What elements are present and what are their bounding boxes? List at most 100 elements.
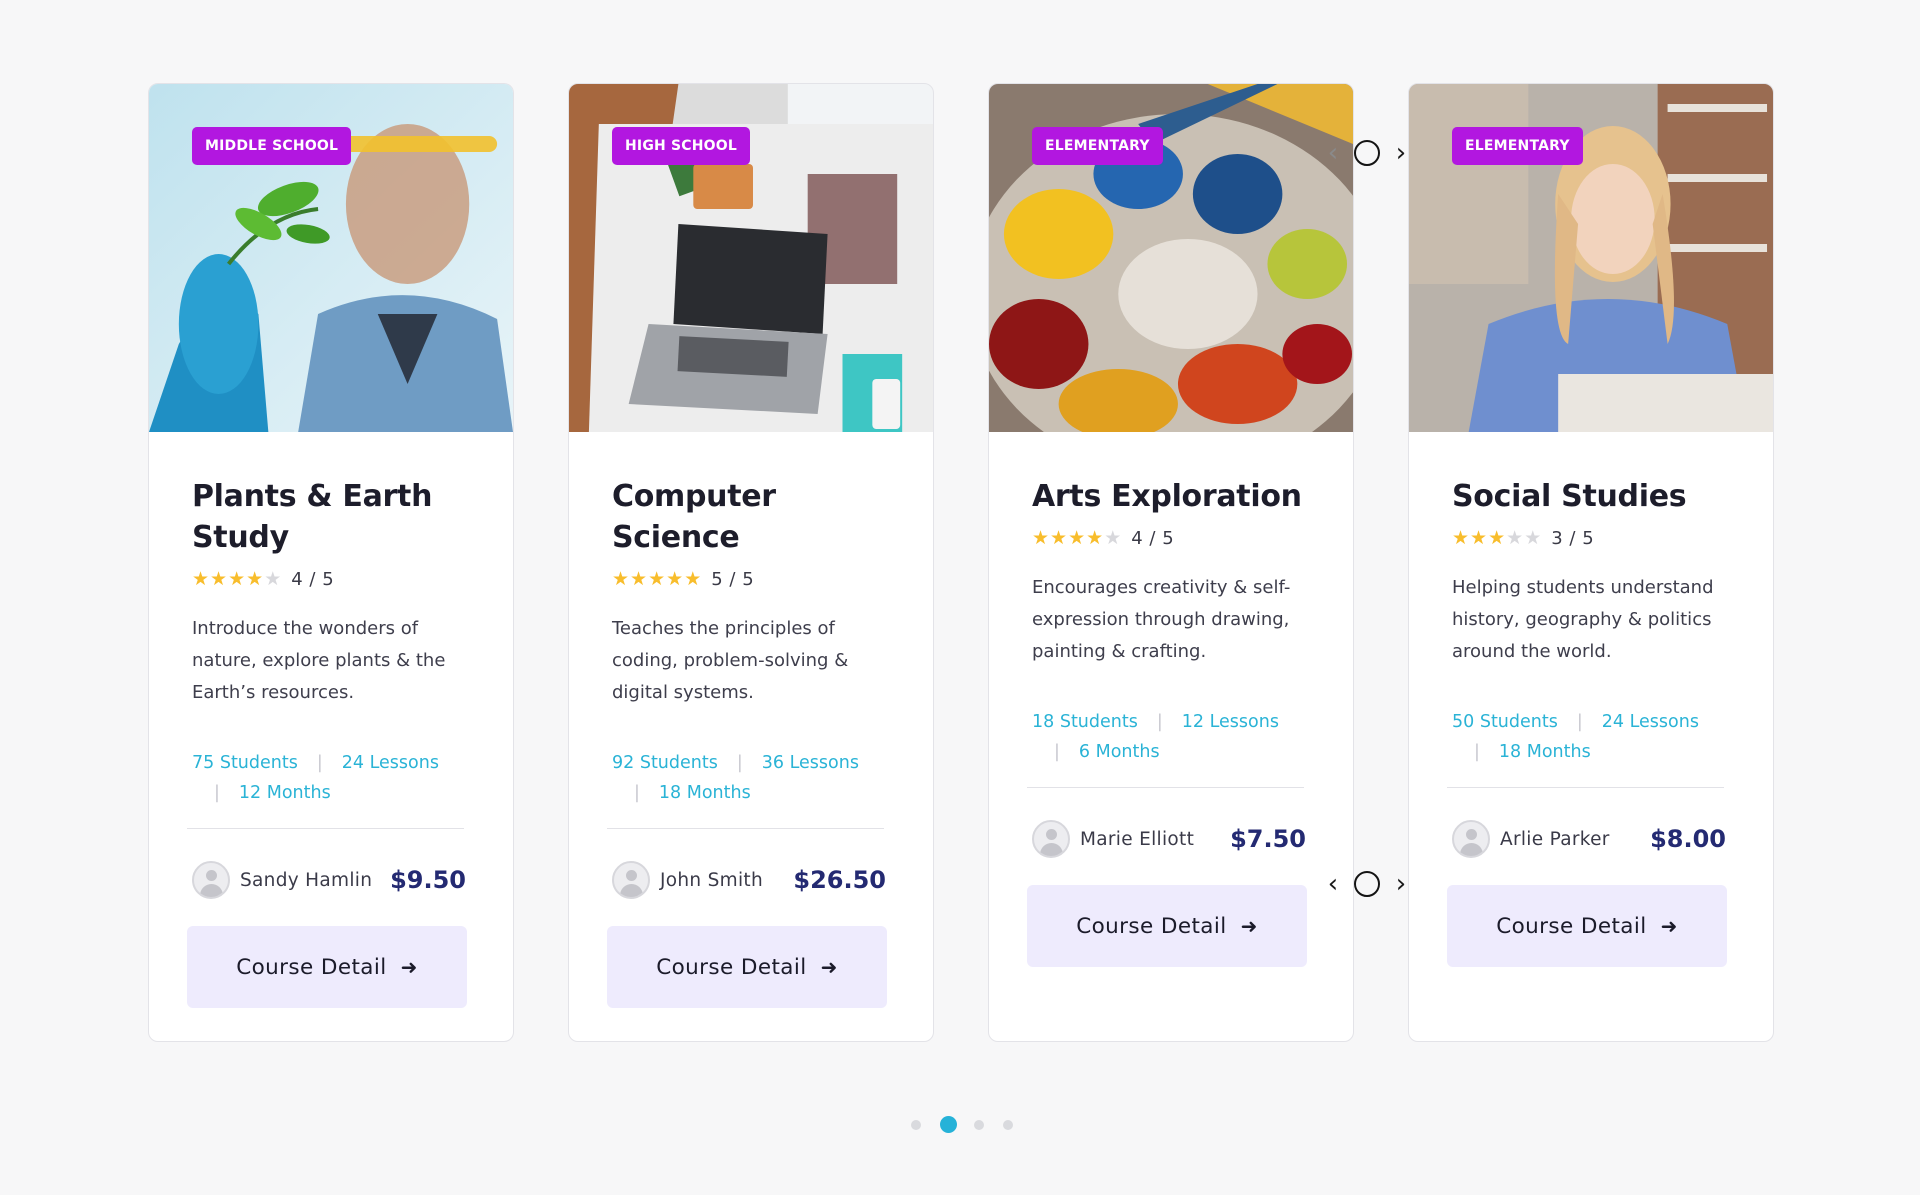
user-avatar-icon — [612, 861, 650, 899]
course-detail-button[interactable]: Course Detail ➜ — [1027, 885, 1307, 967]
divider — [1027, 787, 1304, 788]
meta-separator: | — [1474, 742, 1480, 762]
card-footer: John Smith $26.50 — [612, 861, 890, 899]
star-icon: ★ — [684, 568, 702, 590]
rating: ★ ★ ★ ★ ★ 4 / 5 — [1032, 526, 1310, 550]
course-image-social[interactable]: ELEMENTARY — [1409, 84, 1773, 432]
students-count: 18 Students — [1032, 712, 1138, 732]
duration: 18 Months — [658, 783, 751, 803]
star-icon: ★ — [210, 568, 228, 590]
course-image-computer[interactable]: HIGH SCHOOL — [569, 84, 933, 432]
star-icon: ★ — [1068, 527, 1086, 549]
level-badge: HIGH SCHOOL — [612, 127, 751, 165]
course-meta: 50 Students | 24 Lessons | 18 Months — [1452, 707, 1730, 767]
user-avatar-icon — [1032, 820, 1070, 858]
user-avatar-icon — [1452, 820, 1490, 858]
meta-separator: | — [316, 753, 323, 773]
arrow-right-icon: ➜ — [1660, 914, 1678, 938]
star-icon: ★ — [666, 568, 684, 590]
price: $26.50 — [793, 866, 886, 894]
course-title[interactable]: Arts Exploration — [1032, 476, 1310, 517]
lessons-count: 36 Lessons — [761, 753, 859, 773]
author-name: Arlie Parker — [1500, 828, 1610, 850]
rating-text: 5 / 5 — [711, 568, 755, 590]
course-description: Encourages creativity & self-expression … — [1032, 577, 1291, 662]
rating-text: 4 / 5 — [291, 568, 335, 590]
lessons-count: 12 Lessons — [1181, 712, 1279, 732]
course-meta: 92 Students | 36 Lessons | 18 Months — [612, 748, 890, 808]
card-footer: Sandy Hamlin $9.50 — [192, 861, 470, 899]
star-icon: ★ — [648, 568, 666, 590]
course-title[interactable]: Computer Science — [612, 476, 890, 558]
star-icon: ★ — [192, 568, 210, 590]
course-detail-button[interactable]: Course Detail ➜ — [1447, 885, 1727, 967]
chevron-right-icon[interactable]: › — [1392, 871, 1410, 897]
arrow-right-icon: ➜ — [820, 955, 838, 979]
course-description: Helping students understand history, geo… — [1452, 577, 1714, 662]
divider — [1447, 787, 1724, 788]
price: $9.50 — [390, 866, 466, 894]
star-icon: ★ — [246, 568, 264, 590]
pagination-dot[interactable] — [940, 1116, 957, 1133]
chevron-right-icon[interactable]: › — [1392, 140, 1410, 166]
meta-separator: | — [1576, 712, 1583, 732]
level-badge: ELEMENTARY — [1452, 127, 1583, 165]
course-card: ELEMENTARY Social Studies ★ ★ ★ ★ ★ 3 / … — [1408, 83, 1774, 1042]
pagination-dot[interactable] — [911, 1119, 921, 1130]
carousel-handle[interactable] — [1354, 871, 1380, 897]
divider — [187, 828, 464, 829]
course-title[interactable]: Plants & Earth Study — [192, 476, 470, 558]
rating-text: 3 / 5 — [1551, 527, 1595, 549]
carousel-handle[interactable] — [1354, 140, 1380, 166]
course-image-plants[interactable]: MIDDLE SCHOOL — [149, 84, 513, 432]
meta-separator: | — [214, 783, 220, 803]
star-icon: ★ — [1050, 527, 1068, 549]
chevron-left-icon[interactable]: ‹ — [1324, 140, 1342, 166]
duration: 6 Months — [1078, 742, 1160, 762]
author-name: John Smith — [660, 869, 763, 891]
star-icon: ★ — [264, 568, 282, 590]
meta-separator: | — [634, 783, 640, 803]
meta-separator: | — [1054, 742, 1060, 762]
star-icon: ★ — [1506, 527, 1524, 549]
rating-text: 4 / 5 — [1131, 527, 1175, 549]
star-icon: ★ — [1032, 527, 1050, 549]
star-icon: ★ — [228, 568, 246, 590]
course-detail-button[interactable]: Course Detail ➜ — [607, 926, 887, 1008]
star-icon: ★ — [630, 568, 648, 590]
author: Marie Elliott — [1032, 820, 1194, 858]
lessons-count: 24 Lessons — [341, 753, 439, 773]
user-avatar-icon — [192, 861, 230, 899]
button-label: Course Detail — [1496, 913, 1647, 939]
star-icon: ★ — [1470, 527, 1488, 549]
carousel-nav-bottom: ‹ › — [1324, 867, 1410, 901]
author-name: Marie Elliott — [1080, 828, 1195, 850]
star-icon: ★ — [1452, 527, 1470, 549]
star-icon: ★ — [612, 568, 630, 590]
rating: ★ ★ ★ ★ ★ 4 / 5 — [192, 567, 470, 591]
carousel-nav-top: ‹ › — [1324, 136, 1410, 170]
course-detail-button[interactable]: Course Detail ➜ — [187, 926, 467, 1008]
price: $8.00 — [1650, 825, 1726, 853]
meta-separator: | — [736, 753, 743, 773]
divider — [607, 828, 884, 829]
level-badge: ELEMENTARY — [1032, 127, 1163, 165]
price: $7.50 — [1230, 825, 1306, 853]
star-icon: ★ — [1524, 527, 1542, 549]
pagination-dot[interactable] — [974, 1119, 984, 1130]
course-image-arts[interactable]: ELEMENTARY — [989, 84, 1353, 432]
course-description: Teaches the principles of coding, proble… — [612, 618, 849, 703]
button-label: Course Detail — [236, 954, 387, 980]
course-title[interactable]: Social Studies — [1452, 476, 1730, 517]
lessons-count: 24 Lessons — [1601, 712, 1699, 732]
carousel-pagination — [911, 1116, 1032, 1133]
card-footer: Arlie Parker $8.00 — [1452, 820, 1730, 858]
course-meta: 18 Students | 12 Lessons | 6 Months — [1032, 707, 1310, 767]
pagination-dot[interactable] — [1003, 1119, 1013, 1130]
chevron-left-icon[interactable]: ‹ — [1324, 871, 1342, 897]
duration: 12 Months — [238, 783, 331, 803]
students-count: 92 Students — [612, 753, 718, 773]
author: Arlie Parker — [1452, 820, 1610, 858]
author: John Smith — [612, 861, 763, 899]
button-label: Course Detail — [1076, 913, 1227, 939]
